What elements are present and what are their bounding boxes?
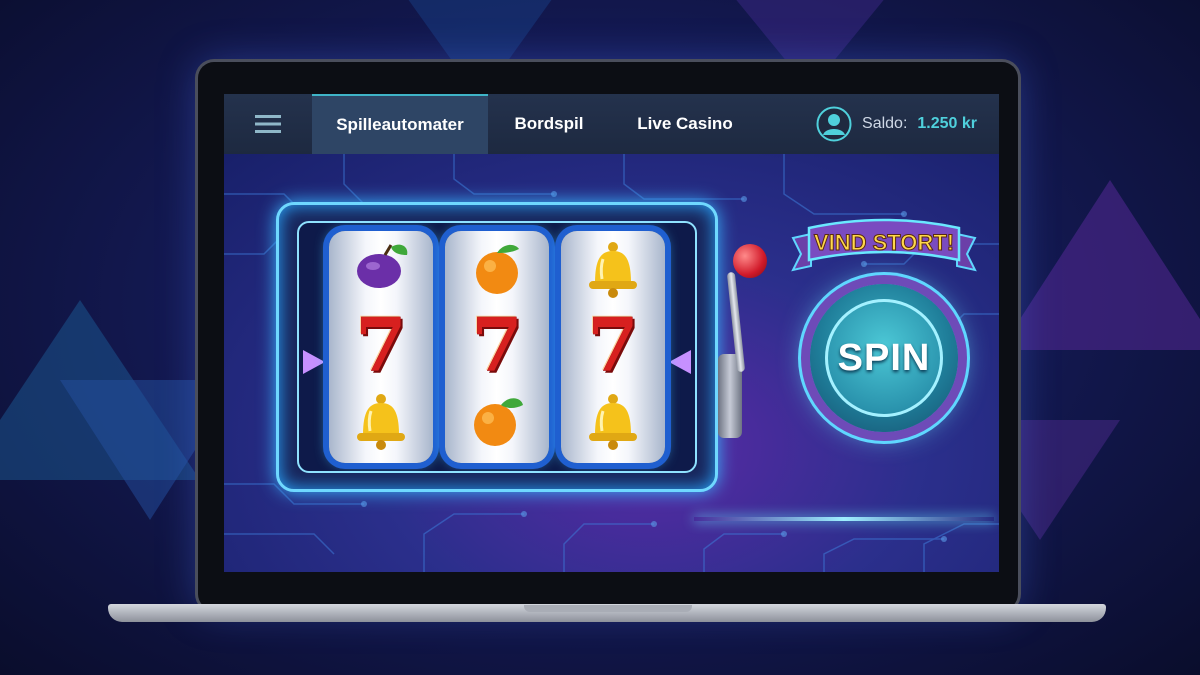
tab-bordspil[interactable]: Bordspil: [488, 94, 610, 154]
slot-machine: 7 7 7: [276, 202, 718, 492]
reel-2: 7: [445, 231, 549, 463]
payline-marker-right: [669, 350, 691, 374]
hamburger-menu-icon: [255, 115, 281, 133]
bell-symbol: [561, 391, 665, 451]
reel-1: 7: [329, 231, 433, 463]
orange-icon: [476, 244, 519, 294]
win-banner: VIND STORT!: [791, 218, 977, 272]
top-navigation: Spilleautomater Bordspil Live Casino Sal…: [224, 94, 999, 154]
bell-symbol: [561, 239, 665, 299]
bell-icon: [357, 394, 405, 450]
laptop-screen: Spilleautomater Bordspil Live Casino Sal…: [224, 94, 999, 572]
seven-symbol: 7: [587, 303, 639, 389]
spin-button[interactable]: SPIN: [810, 284, 958, 432]
seven-symbol: 7: [471, 303, 523, 389]
laptop-base-notch: [524, 605, 692, 612]
orange-symbol: [445, 391, 549, 449]
glow-line: [694, 517, 994, 521]
slot-game-area: 7 7 7 VIND STORT! SPIN: [224, 154, 999, 572]
banner-text: VIND STORT!: [814, 230, 954, 255]
spin-label: SPIN: [825, 299, 943, 417]
background-shape: [1000, 180, 1200, 350]
orange-icon: [474, 398, 523, 446]
reel-3: 7: [561, 231, 665, 463]
account-area: Saldo: 1.250 kr: [816, 106, 977, 142]
seven-symbol: 7: [355, 303, 407, 389]
tab-spilleautomater[interactable]: Spilleautomater: [312, 94, 488, 154]
payline-marker-left: [303, 350, 325, 374]
bell-symbol: [329, 391, 433, 451]
balance-value: 1.250 kr: [917, 115, 977, 132]
lever-knob[interactable]: [733, 244, 767, 278]
plum-symbol: [329, 239, 433, 295]
balance-label: Saldo:: [862, 115, 908, 132]
tab-live-casino[interactable]: Live Casino: [610, 94, 760, 154]
plum-icon: [357, 244, 408, 288]
user-avatar-icon[interactable]: [816, 106, 852, 142]
reel-window: 7 7 7: [297, 221, 697, 473]
menu-button[interactable]: [224, 94, 312, 154]
bell-icon: [589, 394, 637, 450]
orange-symbol: [445, 239, 549, 297]
bell-icon: [589, 242, 637, 298]
